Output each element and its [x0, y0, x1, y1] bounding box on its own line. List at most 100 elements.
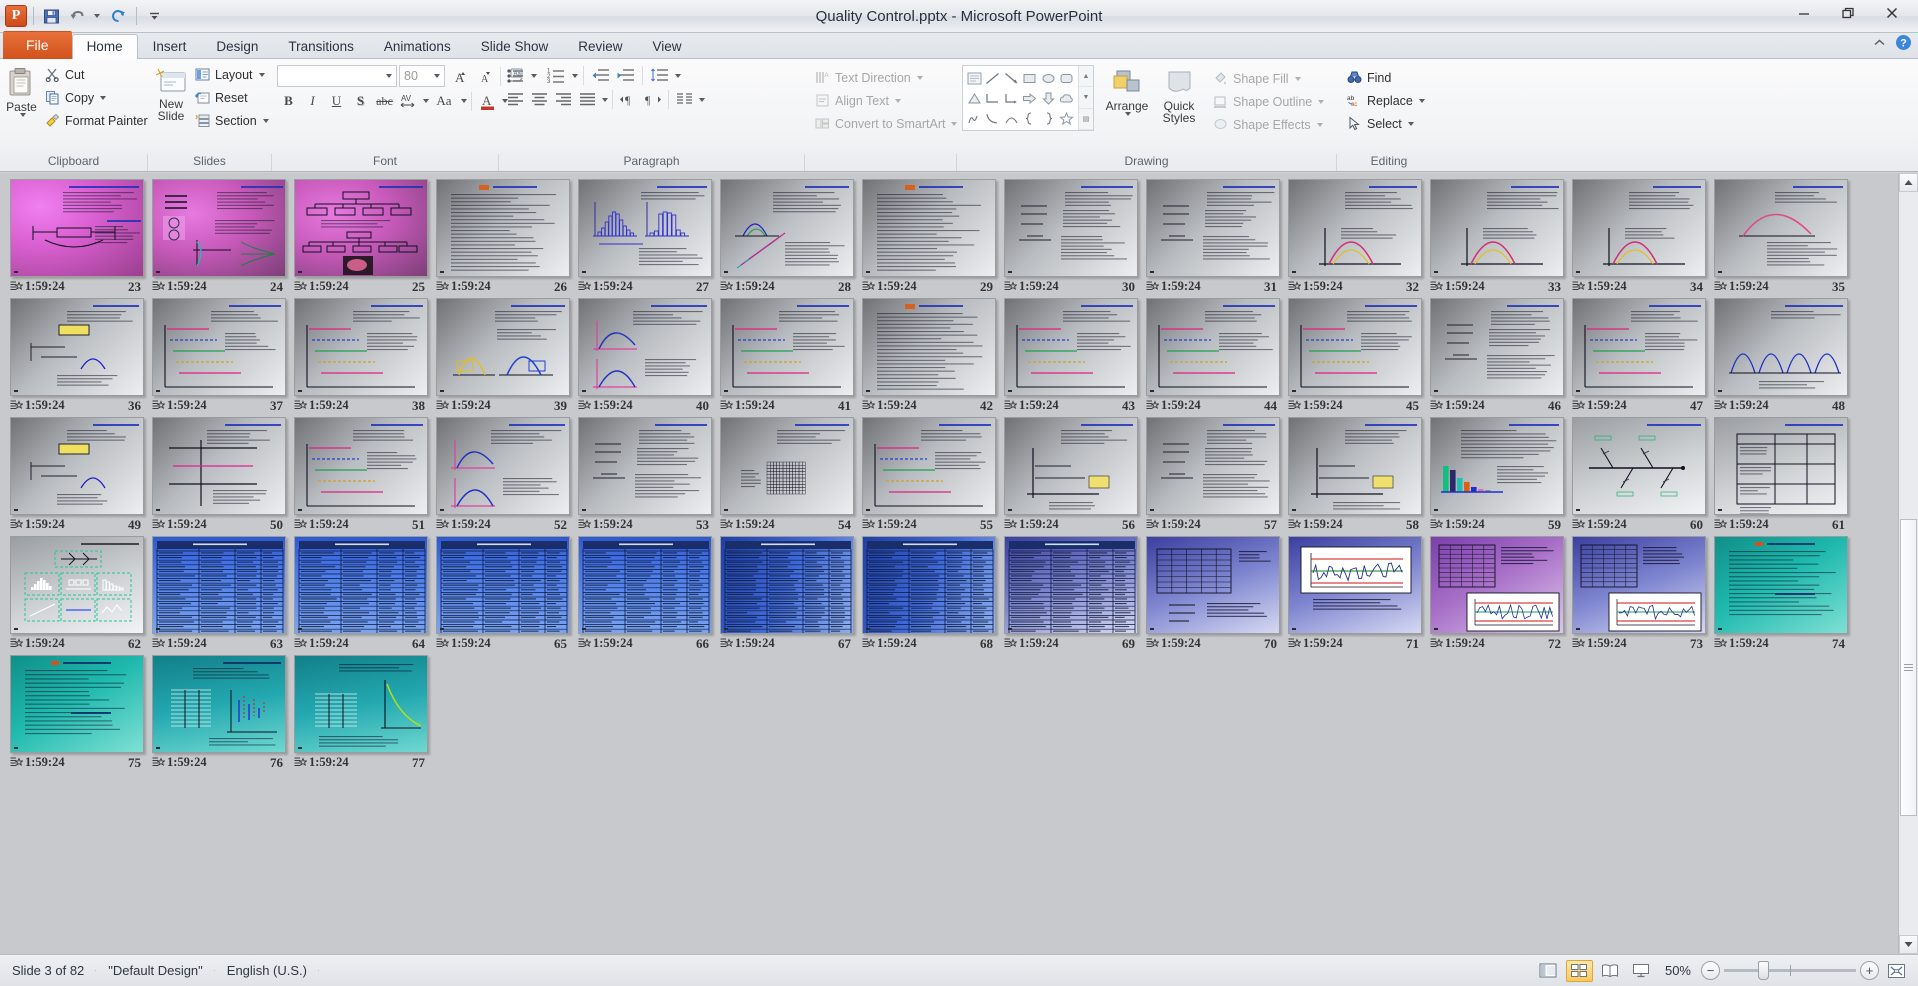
shape-fill-dropdown-icon[interactable] [1295, 77, 1301, 81]
change-case-dropdown-icon[interactable] [461, 99, 467, 103]
slide-thumbnail[interactable] [862, 179, 996, 277]
zoom-out-button[interactable]: − [1701, 961, 1720, 980]
transition-star-icon[interactable] [1430, 400, 1443, 412]
slide-thumbnail-cell[interactable]: 1:59:24 71 [1284, 536, 1425, 652]
slide-thumbnail-cell[interactable]: 1:59:24 52 [432, 417, 573, 533]
undo-icon[interactable] [66, 5, 89, 28]
align-center-button[interactable] [528, 89, 551, 110]
paste-button[interactable]: Paste [5, 63, 38, 117]
slide-show-view-button[interactable] [1628, 960, 1655, 982]
format-painter-button[interactable]: Format Painter [40, 109, 152, 132]
zoom-slider-thumb[interactable] [1758, 961, 1769, 980]
shape-effects-button[interactable]: Shape Effects [1208, 113, 1328, 136]
shrink-font-button[interactable]: A [472, 65, 495, 87]
slide-thumbnail-cell[interactable]: 1:59:24 23 [6, 179, 147, 295]
ltr-text-direction-button[interactable]: ¶ [617, 89, 640, 110]
shapes-scroll-down-icon[interactable]: ▼ [1079, 87, 1093, 108]
slide-thumbnail[interactable] [720, 298, 854, 396]
slide-thumbnail-cell[interactable]: 1:59:24 77 [290, 655, 431, 771]
slide-thumbnail-cell[interactable]: 1:59:24 31 [1142, 179, 1283, 295]
slide-thumbnail-cell[interactable]: 1:59:24 54 [716, 417, 857, 533]
transition-star-icon[interactable] [152, 519, 165, 531]
transition-star-icon[interactable] [720, 281, 733, 293]
slide-thumbnail[interactable] [1430, 536, 1564, 634]
slide-thumbnail-cell[interactable]: 1:59:24 61 [1710, 417, 1851, 533]
transition-star-icon[interactable] [1714, 638, 1727, 650]
tab-transitions[interactable]: Transitions [273, 34, 369, 59]
slide-sorter-scrollbar[interactable] [1898, 173, 1918, 954]
slide-thumbnail-cell[interactable]: 1:59:24 72 [1426, 536, 1567, 652]
slide-thumbnail[interactable] [1146, 536, 1280, 634]
slide-thumbnail[interactable] [294, 298, 428, 396]
tab-animations[interactable]: Animations [369, 34, 466, 59]
shapes-gallery[interactable]: ▲ ▼ ▤ [962, 65, 1094, 131]
shapes-scroll-up-icon[interactable]: ▲ [1079, 66, 1093, 87]
slide-thumbnail[interactable] [862, 298, 996, 396]
shape-down-arrow-icon[interactable] [1039, 88, 1058, 108]
slide-thumbnail-cell[interactable]: 1:59:24 47 [1568, 298, 1709, 414]
shape-elbow-connector-icon[interactable] [984, 88, 1003, 108]
collapse-ribbon-icon[interactable] [1872, 36, 1887, 54]
shape-rectangle-icon[interactable] [1021, 68, 1040, 88]
tab-slide-show[interactable]: Slide Show [466, 34, 564, 59]
transition-star-icon[interactable] [578, 400, 591, 412]
slide-thumbnail[interactable] [152, 179, 286, 277]
transition-star-icon[interactable] [720, 519, 733, 531]
slide-thumbnail-cell[interactable]: 1:59:24 29 [858, 179, 999, 295]
transition-star-icon[interactable] [1146, 281, 1159, 293]
slide-thumbnail[interactable] [1146, 179, 1280, 277]
decrease-indent-button[interactable] [589, 65, 612, 86]
slide-thumbnail[interactable] [1430, 179, 1564, 277]
transition-star-icon[interactable] [1146, 400, 1159, 412]
slide-thumbnail-cell[interactable]: 1:59:24 33 [1426, 179, 1567, 295]
tab-view[interactable]: View [638, 34, 697, 59]
slide-thumbnail[interactable] [1004, 179, 1138, 277]
slide-thumbnail[interactable] [1572, 179, 1706, 277]
transition-star-icon[interactable] [720, 400, 733, 412]
shape-oval-icon[interactable] [1039, 68, 1058, 88]
shape-elbow-arrow-icon[interactable] [1002, 88, 1021, 108]
paste-dropdown-icon[interactable] [20, 113, 26, 117]
normal-view-button[interactable] [1535, 960, 1562, 982]
scrollbar-thumb[interactable] [1900, 519, 1917, 816]
transition-star-icon[interactable] [1146, 519, 1159, 531]
transition-star-icon[interactable] [1714, 400, 1727, 412]
slide-indicator[interactable]: Slide 3 of 82 [0, 963, 96, 978]
slide-thumbnail[interactable] [1146, 417, 1280, 515]
slide-thumbnail[interactable] [10, 655, 144, 753]
slide-thumbnail-cell[interactable]: 1:59:24 41 [716, 298, 857, 414]
align-text-button[interactable]: Align Text [810, 89, 961, 112]
customize-qat-icon[interactable] [143, 5, 166, 28]
numbering-button[interactable]: 123 [545, 65, 568, 86]
bullets-dropdown-icon[interactable] [531, 74, 537, 78]
justify-dropdown-icon[interactable] [602, 98, 608, 102]
transition-star-icon[interactable] [862, 400, 875, 412]
slide-thumbnail[interactable] [1004, 417, 1138, 515]
slide-thumbnail-cell[interactable]: 1:59:24 30 [1000, 179, 1141, 295]
slide-sorter-view-button[interactable] [1566, 960, 1593, 982]
line-spacing-button[interactable] [648, 65, 671, 86]
slide-thumbnail[interactable] [578, 417, 712, 515]
slide-thumbnail[interactable] [1572, 298, 1706, 396]
slide-thumbnail-cell[interactable]: 1:59:24 64 [290, 536, 431, 652]
tab-review[interactable]: Review [563, 34, 637, 59]
slide-sorter-grid[interactable]: 1:59:24 23 1:59:24 24 1:59:24 25 1:59:24 26 1:59… [0, 173, 1898, 954]
slide-thumbnail[interactable] [720, 179, 854, 277]
transition-star-icon[interactable] [1288, 638, 1301, 650]
transition-star-icon[interactable] [294, 281, 307, 293]
shape-outline-dropdown-icon[interactable] [1318, 100, 1324, 104]
transition-star-icon[interactable] [294, 638, 307, 650]
transition-star-icon[interactable] [1288, 400, 1301, 412]
slide-thumbnail[interactable] [10, 179, 144, 277]
slide-thumbnail[interactable] [1288, 298, 1422, 396]
italic-button[interactable]: I [301, 90, 324, 112]
slide-thumbnail[interactable] [294, 655, 428, 753]
transition-star-icon[interactable] [1004, 638, 1017, 650]
slide-thumbnail-cell[interactable]: 1:59:24 55 [858, 417, 999, 533]
slide-thumbnail[interactable] [152, 417, 286, 515]
slide-thumbnail[interactable] [294, 417, 428, 515]
slide-thumbnail-cell[interactable]: 1:59:24 62 [6, 536, 147, 652]
transition-star-icon[interactable] [1004, 281, 1017, 293]
slide-thumbnail-cell[interactable]: 1:59:24 53 [574, 417, 715, 533]
slide-thumbnail[interactable] [1714, 179, 1848, 277]
